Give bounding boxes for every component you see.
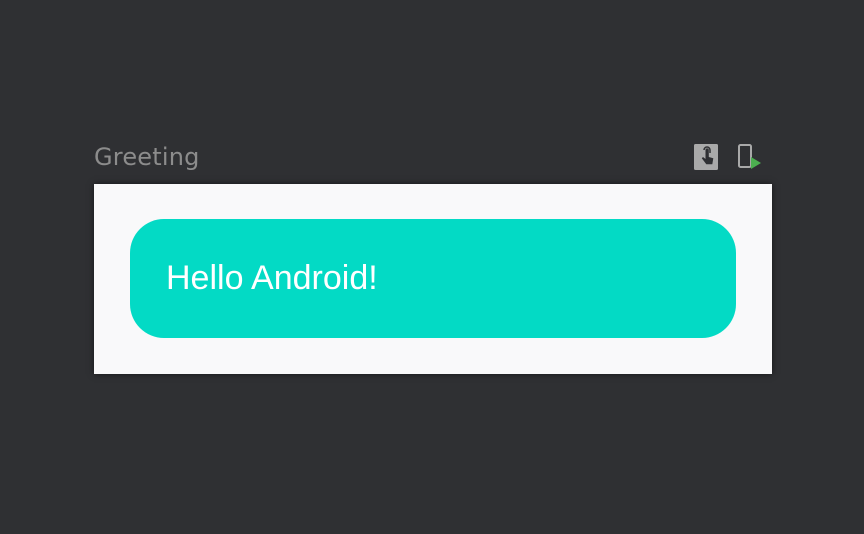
- preview-frame: Hello Android!: [94, 184, 772, 374]
- deploy-to-device-button[interactable]: [737, 143, 763, 171]
- greeting-surface: Hello Android!: [130, 219, 736, 338]
- interactive-mode-button[interactable]: [693, 143, 719, 171]
- greeting-text: Hello Android!: [166, 259, 378, 297]
- interactive-mode-icon: [694, 144, 718, 170]
- preview-title: Greeting: [94, 143, 200, 171]
- deploy-to-device-icon: [738, 144, 761, 169]
- preview-header: Greeting: [94, 140, 772, 176]
